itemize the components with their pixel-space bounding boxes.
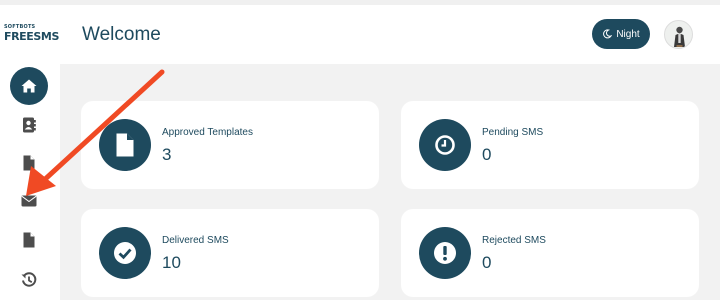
history-icon <box>21 272 37 287</box>
stat-label: Rejected SMS <box>482 235 546 246</box>
page-title: Welcome <box>82 24 161 45</box>
stat-value: 0 <box>482 145 492 164</box>
sidebar-item-reports[interactable] <box>10 221 48 259</box>
sidebar-item-messages[interactable] <box>10 182 48 220</box>
avatar-image <box>674 26 685 47</box>
stat-card-delivered-sms[interactable]: Delivered SMS 10 <box>81 209 379 297</box>
stat-card-approved-templates[interactable]: Approved Templates 3 <box>81 101 379 189</box>
stat-value: 0 <box>482 253 492 272</box>
top-bar: SOFTBOTS FREESMS Welcome Night <box>0 0 720 64</box>
sidebar <box>0 64 60 300</box>
stat-card-rejected-sms[interactable]: Rejected SMS 0 <box>401 209 699 297</box>
file-icon <box>23 232 35 248</box>
stat-label: Approved Templates <box>162 127 253 138</box>
check-circle-icon <box>114 242 136 264</box>
sidebar-item-documents[interactable] <box>10 144 48 182</box>
sidebar-item-contacts[interactable] <box>10 106 48 144</box>
app: SOFTBOTS FREESMS Welcome Night Approved … <box>0 0 720 300</box>
file-icon <box>23 155 35 171</box>
user-avatar[interactable] <box>664 20 693 49</box>
contacts-icon <box>23 117 36 133</box>
card-icon-circle <box>99 227 151 279</box>
night-mode-button[interactable]: Night <box>592 19 650 49</box>
home-icon <box>21 79 37 93</box>
sidebar-item-history[interactable] <box>10 261 48 299</box>
stat-label: Pending SMS <box>482 127 544 138</box>
exclamation-icon <box>434 242 456 264</box>
moon-icon <box>603 29 613 39</box>
stat-value: 10 <box>162 253 181 272</box>
stat-label: Delivered SMS <box>162 235 229 246</box>
stat-value: 3 <box>162 145 172 164</box>
night-mode-label: Night <box>616 28 640 40</box>
envelope-icon <box>21 195 37 207</box>
card-icon-circle <box>419 119 471 171</box>
card-icon-circle <box>419 227 471 279</box>
card-icon-circle <box>99 119 151 171</box>
stat-card-pending-sms[interactable]: Pending SMS 0 <box>401 101 699 189</box>
file-icon <box>116 133 134 157</box>
clock-icon <box>435 135 455 155</box>
sidebar-item-home[interactable] <box>10 67 48 105</box>
brand-logo[interactable]: SOFTBOTS FREESMS <box>4 25 60 43</box>
brand-logo-main: FREESMS <box>4 30 60 43</box>
